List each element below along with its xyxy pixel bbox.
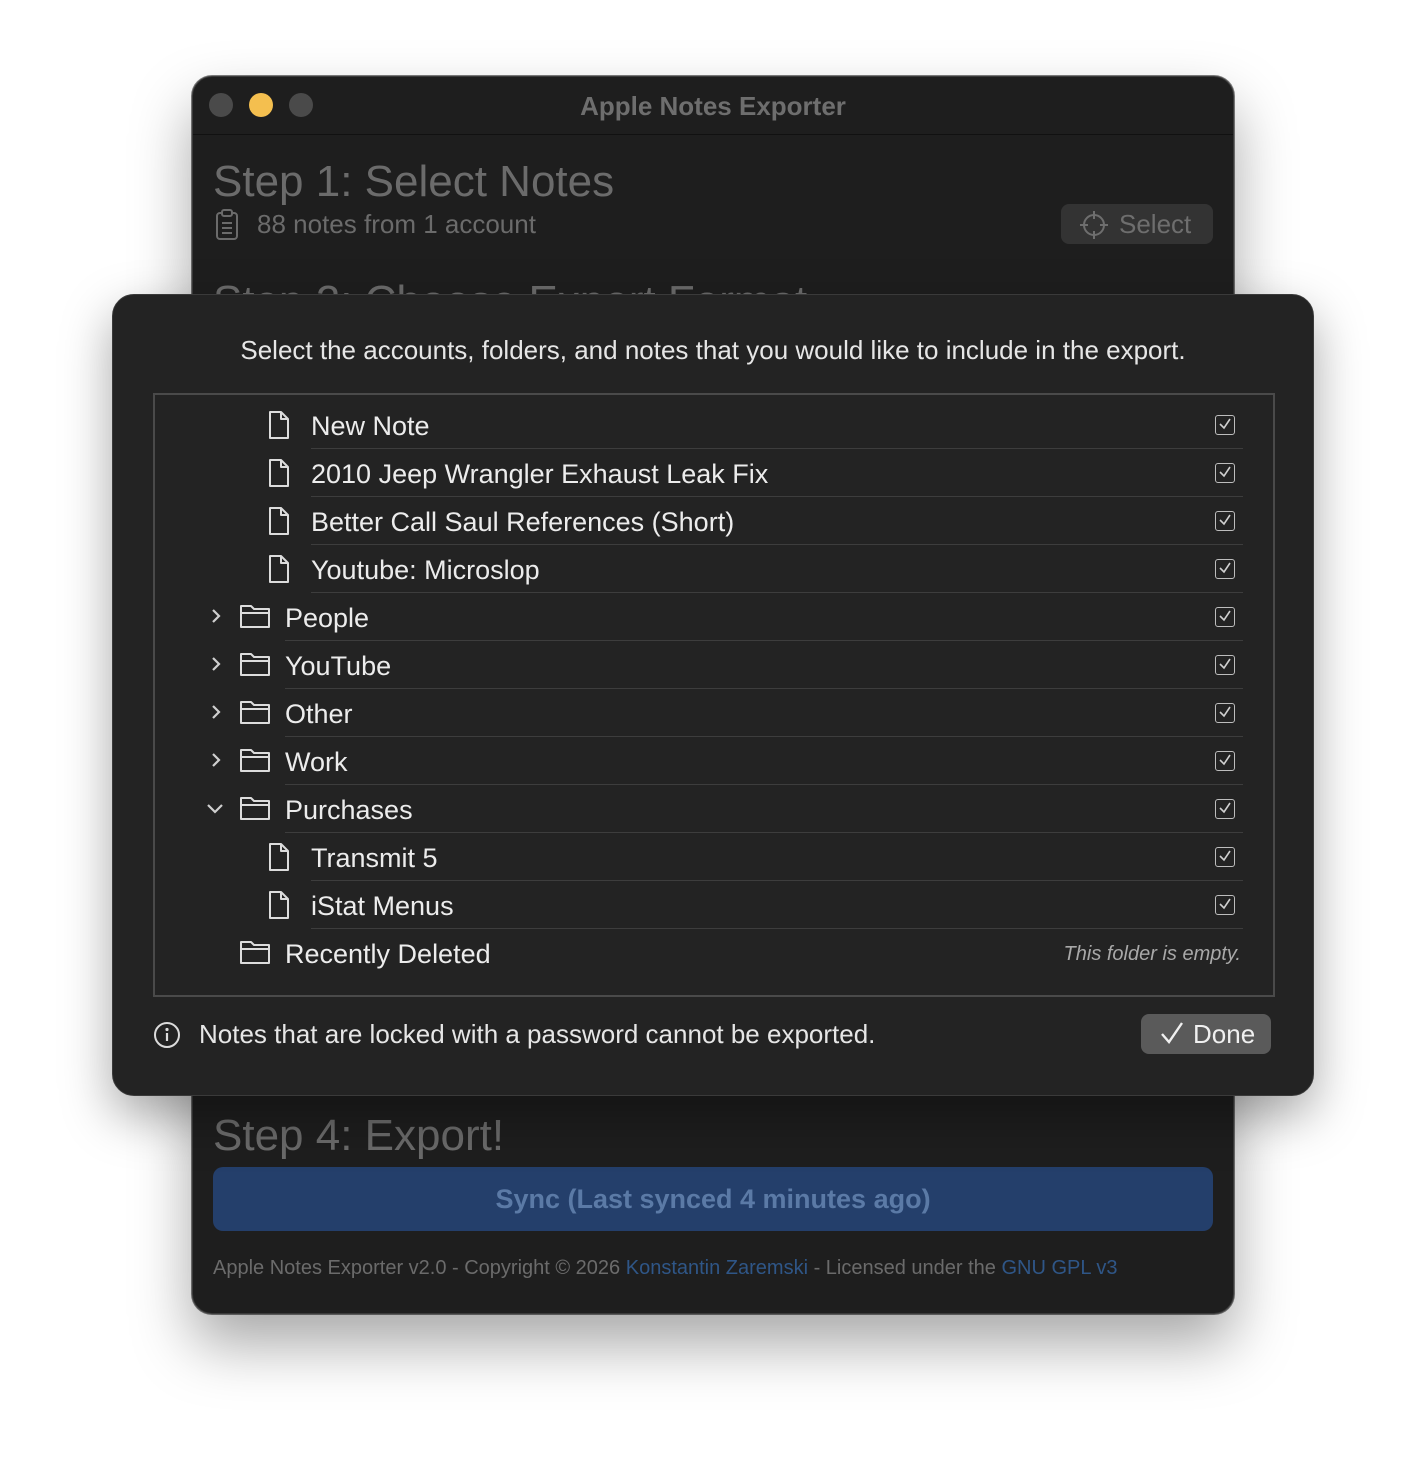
step1-heading: Step 1: Select Notes [213, 157, 615, 206]
tree-item-label: Purchases [285, 795, 413, 825]
note-icon [267, 506, 291, 541]
chevron-right-icon[interactable] [209, 749, 223, 776]
tree-item-label: Youtube: Microslop [311, 555, 540, 585]
chevron-right-icon[interactable] [209, 605, 223, 632]
tree-item-label: New Note [311, 411, 430, 441]
select-button[interactable]: Select [1061, 204, 1213, 244]
footer-middle: - Licensed under the [808, 1257, 1002, 1279]
note-icon [267, 554, 291, 589]
locked-notes-info: Notes that are locked with a password ca… [199, 1019, 876, 1049]
chevron-down-icon[interactable] [205, 797, 225, 824]
step4-heading: Step 4: Export! [213, 1111, 505, 1160]
include-checkbox[interactable] [1215, 463, 1235, 483]
folder-row[interactable]: Purchases [155, 785, 1273, 833]
clipboard-icon [215, 209, 239, 246]
title-bar: Apple Notes Exporter [193, 77, 1233, 135]
include-checkbox[interactable] [1215, 799, 1235, 819]
tree-item-label: Recently Deleted [285, 939, 491, 969]
include-checkbox[interactable] [1215, 415, 1235, 435]
note-row[interactable]: Transmit 5 [155, 833, 1273, 881]
chevron-right-icon[interactable] [209, 701, 223, 728]
sheet-prompt: Select the accounts, folders, and notes … [240, 335, 1186, 365]
window-title: Apple Notes Exporter [580, 91, 846, 121]
tree-item-label: 2010 Jeep Wrangler Exhaust Leak Fix [311, 459, 769, 489]
note-row[interactable]: New Note [155, 401, 1273, 449]
note-icon [267, 890, 291, 925]
note-row[interactable]: iStat Menus [155, 881, 1273, 929]
folder-row[interactable]: People [155, 593, 1273, 641]
include-checkbox[interactable] [1215, 703, 1235, 723]
done-button-label: Done [1193, 1019, 1256, 1049]
folder-icon [239, 746, 271, 779]
note-row[interactable]: Youtube: Microslop [155, 545, 1273, 593]
tree-item-label: Other [285, 699, 353, 729]
tree-item-label: Transmit 5 [311, 843, 438, 873]
folder-icon [239, 938, 271, 971]
tree-item-label: Better Call Saul References (Short) [311, 507, 735, 537]
tree-item-label: iStat Menus [311, 891, 454, 921]
include-checkbox[interactable] [1215, 559, 1235, 579]
tree-item-label: YouTube [285, 651, 392, 681]
folder-icon [239, 650, 271, 683]
include-checkbox[interactable] [1215, 847, 1235, 867]
note-row[interactable]: Better Call Saul References (Short) [155, 497, 1273, 545]
folder-row[interactable]: Work [155, 737, 1273, 785]
note-icon [267, 410, 291, 445]
footer-prefix: Apple Notes Exporter v2.0 - Copyright © … [213, 1257, 626, 1279]
include-checkbox[interactable] [1215, 511, 1235, 531]
info-icon [153, 1021, 181, 1054]
license-link[interactable]: GNU GPL v3 [1002, 1257, 1118, 1279]
folder-icon [239, 794, 271, 827]
folder-row[interactable]: Other [155, 689, 1273, 737]
empty-folder-note: This folder is empty. [1063, 943, 1241, 965]
include-checkbox[interactable] [1215, 655, 1235, 675]
note-row[interactable]: 2010 Jeep Wrangler Exhaust Leak Fix [155, 449, 1273, 497]
notes-tree[interactable]: New Note 2010 Jeep Wrangler Exhaust Leak … [153, 393, 1275, 997]
include-checkbox[interactable] [1215, 607, 1235, 627]
note-icon [267, 842, 291, 877]
note-icon [267, 458, 291, 493]
select-button-label: Select [1119, 209, 1192, 239]
include-checkbox[interactable] [1215, 751, 1235, 771]
include-checkbox[interactable] [1215, 895, 1235, 915]
notes-summary: 88 notes from 1 account [257, 209, 536, 239]
checkmark-icon [1161, 1022, 1183, 1044]
folder-row[interactable]: YouTube [155, 641, 1273, 689]
author-link[interactable]: Konstantin Zaremski [626, 1257, 808, 1279]
crosshair-icon [1080, 211, 1108, 239]
tree-item-label: Work [285, 747, 348, 777]
footer: Apple Notes Exporter v2.0 - Copyright © … [213, 1257, 1117, 1280]
folder-icon [239, 698, 271, 731]
tree-item-label: People [285, 603, 370, 633]
folder-row[interactable]: Recently Deleted This folder is empty. [155, 929, 1273, 977]
select-notes-sheet: Select the accounts, folders, and notes … [112, 294, 1314, 1096]
folder-icon [239, 602, 271, 635]
chevron-right-icon[interactable] [209, 653, 223, 680]
sync-button[interactable]: Sync (Last synced 4 minutes ago) [213, 1167, 1213, 1231]
done-button[interactable]: Done [1141, 1014, 1271, 1054]
